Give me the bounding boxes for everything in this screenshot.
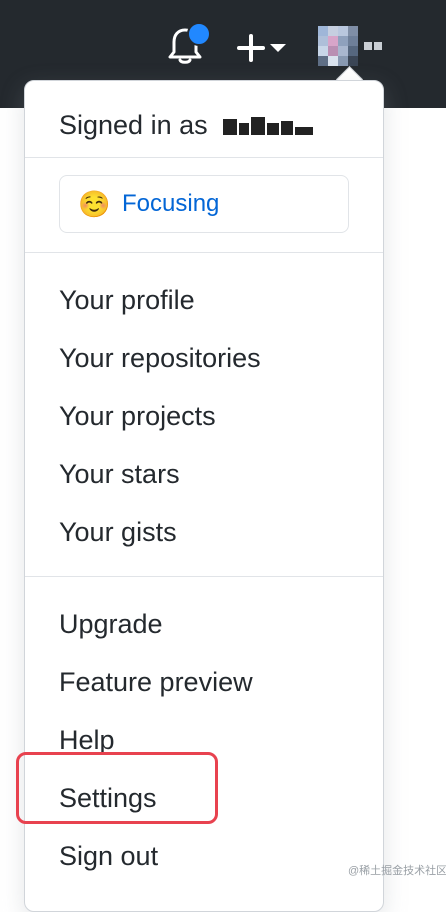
signed-in-label: Signed in as <box>59 110 208 140</box>
menu-item-your-profile[interactable]: Your profile <box>59 284 195 316</box>
avatar[interactable] <box>318 26 358 66</box>
notification-indicator <box>187 22 211 46</box>
status-label: Focusing <box>122 190 220 217</box>
menu-item-upgrade[interactable]: Upgrade <box>59 608 163 640</box>
menu-item-your-projects[interactable]: Your projects <box>59 400 216 432</box>
menu-divider <box>25 576 383 577</box>
menu-item-sign-out[interactable]: Sign out <box>59 840 158 872</box>
menu-item-your-stars[interactable]: Your stars <box>59 458 180 490</box>
menu-item-your-repositories[interactable]: Your repositories <box>59 342 261 374</box>
menu-item-your-gists[interactable]: Your gists <box>59 516 177 548</box>
plus-icon[interactable] <box>236 30 266 66</box>
menu-divider <box>25 157 383 158</box>
username-redacted <box>223 116 315 137</box>
settings-highlight-box <box>16 752 218 824</box>
menu-divider <box>25 252 383 253</box>
smiling-face-icon: ☺️ <box>78 189 111 219</box>
set-status-button[interactable]: ☺️ Focusing <box>59 175 349 233</box>
caret-down-icon[interactable] <box>270 44 286 52</box>
caret-down-icon[interactable] <box>364 42 382 50</box>
watermark: @稀土掘金技术社区 <box>348 865 446 877</box>
signed-in-header: Signed in as <box>59 109 315 141</box>
menu-item-feature-preview[interactable]: Feature preview <box>59 666 253 698</box>
